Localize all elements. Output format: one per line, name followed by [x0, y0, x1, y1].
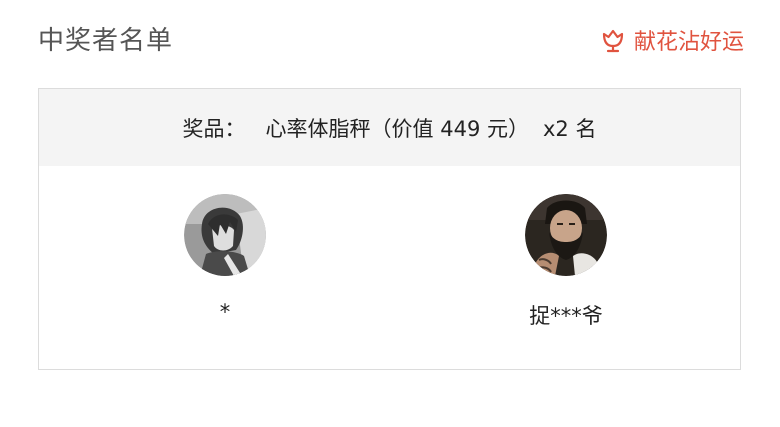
winner-item: *	[145, 194, 305, 324]
winners-card: 奖品： 心率体脂秤（价值 449 元） x2 名 * 捉***爷	[38, 88, 741, 370]
prize-name: 心率体脂秤（价值 449 元）	[265, 116, 529, 141]
avatar[interactable]	[184, 194, 266, 276]
prize-count: x2 名	[542, 116, 597, 141]
avatar[interactable]	[525, 194, 607, 276]
give-flowers-button[interactable]: 献花沾好运	[600, 24, 744, 56]
winner-name: *	[219, 300, 231, 324]
winner-item: 捉***爷	[486, 194, 646, 330]
flower-icon	[600, 27, 626, 53]
page-title: 中奖者名单	[38, 26, 174, 56]
blessing-label: 献花沾好运	[633, 30, 744, 55]
prize-bar: 奖品： 心率体脂秤（价值 449 元） x2 名	[39, 89, 740, 166]
prize-label: 奖品：	[182, 116, 246, 141]
winner-list: * 捉***爷	[39, 166, 740, 370]
winner-name: 捉***爷	[529, 304, 603, 328]
